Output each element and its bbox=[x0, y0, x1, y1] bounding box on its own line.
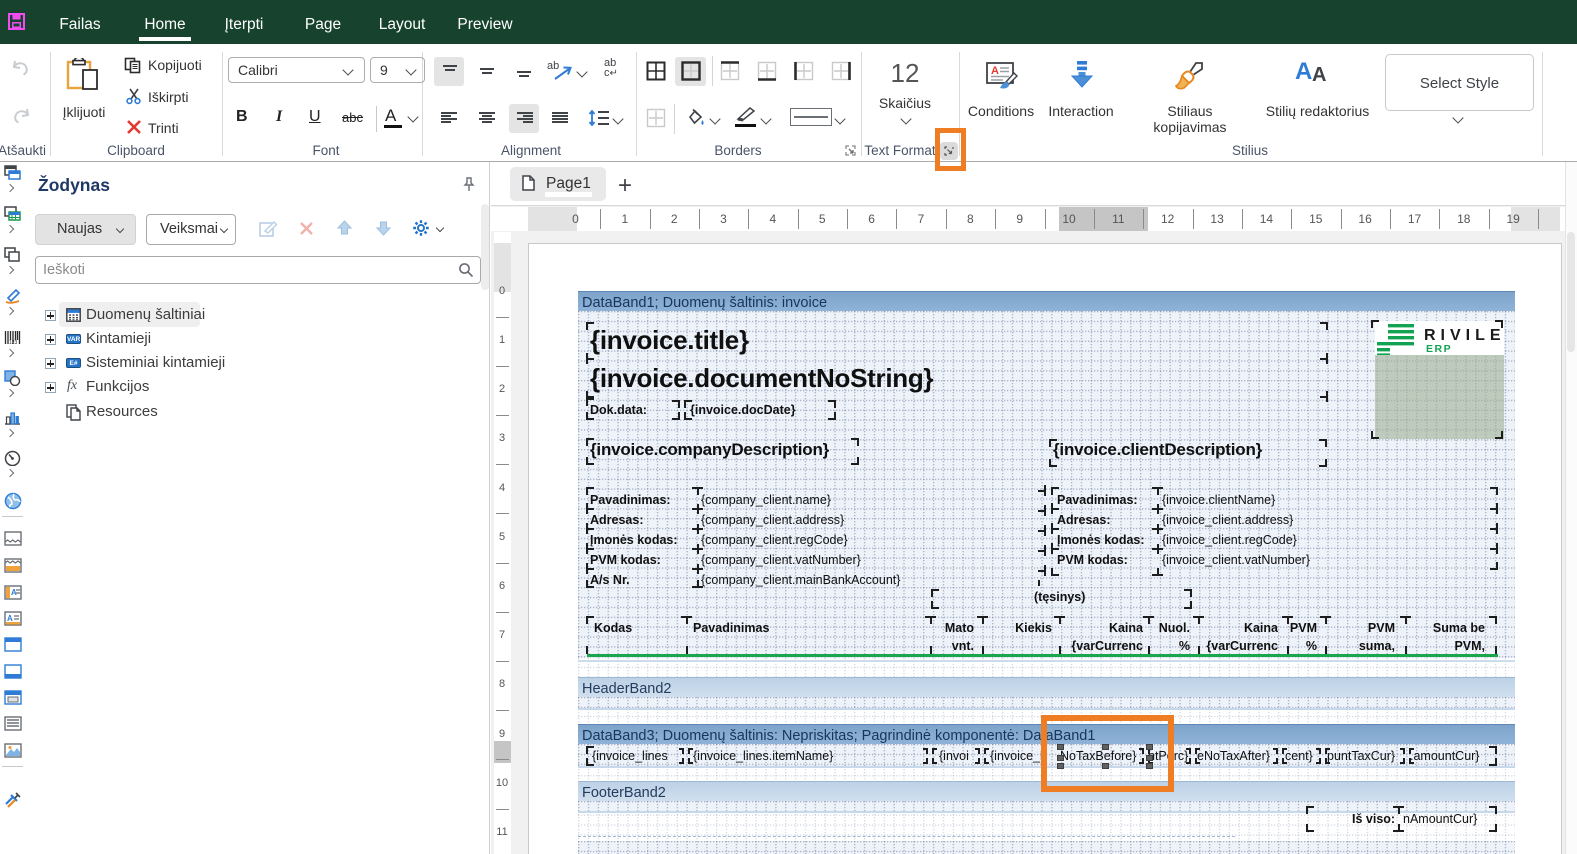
svg-text:A: A bbox=[7, 614, 13, 623]
svg-text:123: 123 bbox=[9, 340, 18, 345]
svg-text:A: A bbox=[991, 65, 999, 77]
